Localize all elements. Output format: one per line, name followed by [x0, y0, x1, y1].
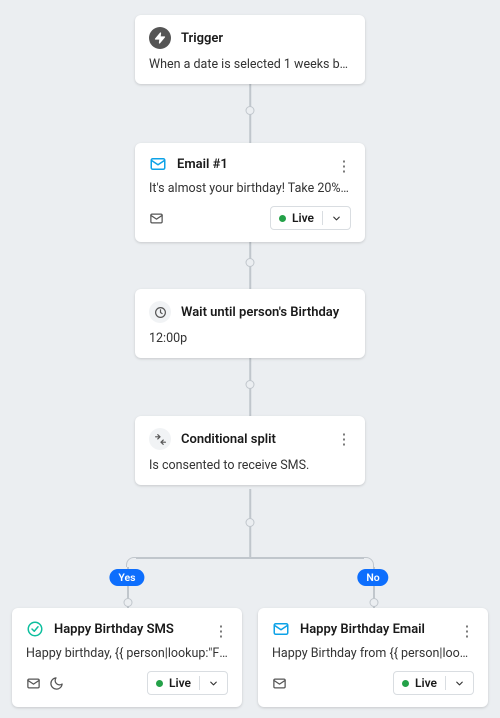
- split-description: Is consented to receive SMS.: [149, 458, 351, 473]
- kebab-menu[interactable]: ⋮: [335, 428, 353, 450]
- connector-node: [246, 106, 255, 115]
- wait-title: Wait until person's Birthday: [181, 305, 339, 320]
- status-selector[interactable]: Live: [270, 206, 351, 230]
- connector-node: [246, 258, 255, 267]
- email-icon: [149, 155, 167, 173]
- chevron-down-icon: [331, 213, 342, 224]
- split-card[interactable]: Conditional split ⋮ Is consented to rece…: [135, 416, 365, 485]
- branch-corner: [364, 557, 374, 567]
- status-dot: [402, 680, 409, 687]
- kebab-menu[interactable]: ⋮: [458, 620, 476, 642]
- connector-node: [369, 598, 378, 607]
- email1-card[interactable]: Email #1 ⋮ It's almost your birthday! Ta…: [135, 143, 365, 242]
- split-title: Conditional split: [181, 432, 276, 447]
- chevron-down-icon: [454, 678, 465, 689]
- trigger-description: When a date is selected 1 weeks before p…: [149, 57, 351, 72]
- trigger-card[interactable]: Trigger When a date is selected 1 weeks …: [135, 15, 365, 84]
- split-icon: [149, 428, 171, 450]
- email-icon: [272, 620, 290, 638]
- sms-card[interactable]: Happy Birthday SMS ⋮ Happy birthday, {{ …: [12, 608, 242, 707]
- kebab-menu[interactable]: ⋮: [212, 620, 230, 642]
- status-label: Live: [292, 211, 314, 225]
- email-preview-icon[interactable]: [272, 676, 287, 691]
- email1-description: It's almost your birthday! Take 20% on u…: [149, 181, 351, 196]
- email1-title: Email #1: [177, 157, 228, 172]
- sms-description: Happy birthday, {{ person|lookup:"First …: [26, 646, 228, 661]
- branch-label-no: No: [357, 569, 388, 586]
- wait-time: 12:00p: [149, 331, 351, 346]
- status-label: Live: [415, 676, 437, 690]
- email-branch-title: Happy Birthday Email: [300, 622, 425, 637]
- quiet-hours-icon[interactable]: [49, 676, 64, 691]
- kebab-menu[interactable]: ⋮: [335, 155, 353, 177]
- wait-card[interactable]: Wait until person's Birthday 12:00p: [135, 289, 365, 358]
- chevron-down-icon: [208, 678, 219, 689]
- connector-node: [123, 598, 132, 607]
- status-label: Live: [169, 676, 191, 690]
- status-dot: [156, 680, 163, 687]
- connector-node: [246, 380, 255, 389]
- branch-corner: [126, 557, 136, 567]
- connector-node: [246, 518, 255, 527]
- email-preview-icon[interactable]: [149, 211, 164, 226]
- status-dot: [279, 215, 286, 222]
- email-branch-card[interactable]: Happy Birthday Email ⋮ Happy Birthday fr…: [258, 608, 488, 707]
- trigger-icon: [149, 27, 171, 49]
- email-branch-description: Happy Birthday from {{ person|lookup:"Fi…: [272, 646, 474, 661]
- branch-label-yes: Yes: [109, 569, 144, 586]
- status-selector[interactable]: Live: [147, 671, 228, 695]
- flow-canvas: Yes No Trigger When a date is selected 1…: [0, 0, 500, 718]
- message-preview-icon[interactable]: [26, 676, 41, 691]
- sms-icon: [26, 620, 44, 638]
- clock-icon: [149, 301, 171, 323]
- status-selector[interactable]: Live: [393, 671, 474, 695]
- trigger-title: Trigger: [181, 31, 223, 46]
- branch-line: [136, 557, 364, 559]
- sms-title: Happy Birthday SMS: [54, 622, 174, 637]
